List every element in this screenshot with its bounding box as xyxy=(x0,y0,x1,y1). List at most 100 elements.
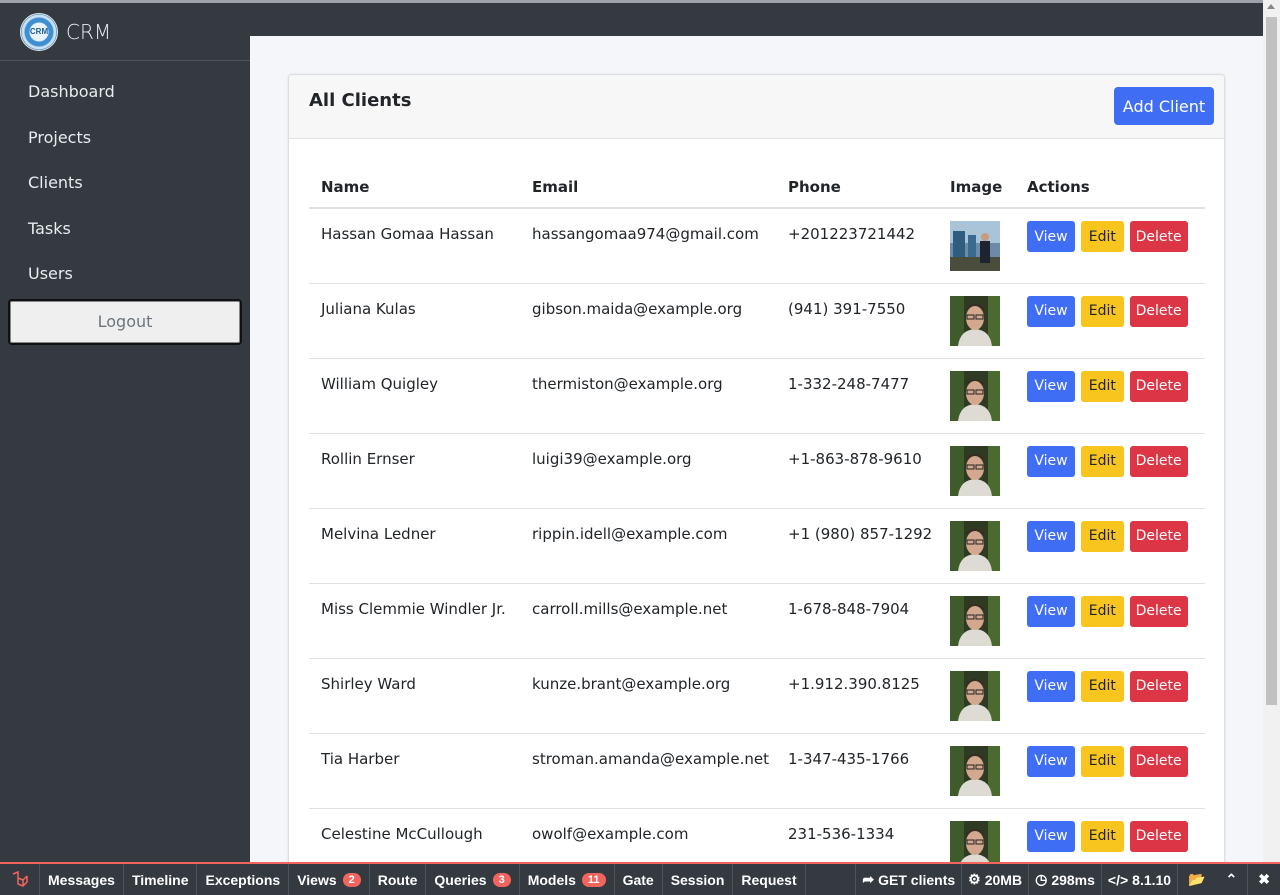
client-phone: +201223721442 xyxy=(776,208,938,284)
folder-open-icon[interactable]: 📂 xyxy=(1177,864,1215,895)
edit-button[interactable]: Edit xyxy=(1080,445,1124,477)
table-row: Shirley Ward kunze.brant@example.org +1.… xyxy=(309,658,1205,734)
debug-tab-session[interactable]: Session xyxy=(663,864,734,895)
sidebar-nav: Dashboard Projects Clients Tasks Users xyxy=(0,61,250,297)
edit-button[interactable]: Edit xyxy=(1080,745,1124,777)
debug-tab-views[interactable]: Views 2 xyxy=(289,864,370,895)
php-version-stat: </> 8.1.10 xyxy=(1100,864,1177,895)
edit-button[interactable]: Edit xyxy=(1080,595,1124,627)
delete-button[interactable]: Delete xyxy=(1129,221,1188,252)
view-button[interactable]: View xyxy=(1027,295,1075,327)
client-avatar xyxy=(950,595,1000,646)
chevron-up-icon[interactable]: ⌃ xyxy=(1216,864,1248,895)
delete-button[interactable]: Delete xyxy=(1129,370,1188,402)
debug-tab-label: Exceptions xyxy=(205,871,281,888)
client-actions: View Edit Delete xyxy=(1015,433,1205,509)
memory-stat: ⚙ 20MB xyxy=(961,864,1028,895)
cogs-icon: ⚙ xyxy=(968,871,981,887)
view-button[interactable]: View xyxy=(1027,670,1075,702)
clients-table: Name Email Phone Image Actions Hassan Go… xyxy=(309,166,1205,873)
sidebar-item-users[interactable]: Users xyxy=(0,251,250,297)
client-name: Tia Harber xyxy=(309,733,520,809)
debug-tab-label: Messages xyxy=(48,871,115,888)
add-client-button[interactable]: Add Client xyxy=(1114,87,1214,125)
debug-tab-models[interactable]: Models 11 xyxy=(520,864,615,895)
client-actions: View Edit Delete xyxy=(1015,508,1205,584)
client-email: stroman.amanda@example.net xyxy=(520,733,776,809)
delete-button[interactable]: Delete xyxy=(1129,595,1188,627)
client-image-cell xyxy=(938,583,1015,659)
column-header-actions: Actions xyxy=(1015,166,1205,209)
edit-button[interactable]: Edit xyxy=(1080,670,1124,702)
view-button[interactable]: View xyxy=(1027,595,1075,627)
view-button[interactable]: View xyxy=(1027,221,1075,252)
view-button[interactable]: View xyxy=(1027,820,1075,852)
client-phone: 1-332-248-7477 xyxy=(776,358,938,434)
sidebar-item-clients[interactable]: Clients xyxy=(0,160,250,206)
delete-button[interactable]: Delete xyxy=(1129,820,1188,852)
debug-tab-queries[interactable]: Queries 3 xyxy=(426,864,520,895)
debug-tab-count-badge: 2 xyxy=(342,872,361,887)
top-navbar xyxy=(250,0,1263,36)
client-avatar xyxy=(950,520,1000,571)
close-icon[interactable]: ✖ xyxy=(1247,864,1280,895)
client-image-cell xyxy=(938,433,1015,509)
client-photo xyxy=(950,221,1000,271)
debug-tab-gate[interactable]: Gate xyxy=(615,864,663,895)
edit-button[interactable]: Edit xyxy=(1080,820,1124,852)
edit-button[interactable]: Edit xyxy=(1080,295,1124,327)
view-button[interactable]: View xyxy=(1027,520,1075,552)
column-header-image: Image xyxy=(938,166,1015,209)
column-header-email: Email xyxy=(520,166,776,209)
debug-tab-label: Request xyxy=(741,871,797,888)
edit-button[interactable]: Edit xyxy=(1080,370,1124,402)
card-title: All Clients xyxy=(309,90,412,111)
delete-button[interactable]: Delete xyxy=(1129,445,1188,477)
client-avatar xyxy=(950,670,1000,721)
delete-button[interactable]: Delete xyxy=(1129,295,1188,327)
edit-button[interactable]: Edit xyxy=(1080,221,1124,252)
debug-tab-route[interactable]: Route xyxy=(370,864,427,895)
scroll-up-icon[interactable] xyxy=(1267,4,1275,9)
delete-button[interactable]: Delete xyxy=(1129,745,1188,777)
sidebar-item-tasks[interactable]: Tasks xyxy=(0,206,250,252)
delete-button[interactable]: Delete xyxy=(1129,520,1188,552)
client-actions: View Edit Delete xyxy=(1015,733,1205,809)
debug-tab-timeline[interactable]: Timeline xyxy=(124,864,198,895)
client-avatar xyxy=(950,445,1000,496)
page-scrollbar[interactable] xyxy=(1263,0,1280,862)
client-image-cell xyxy=(938,658,1015,734)
client-name: Hassan Gomaa Hassan xyxy=(309,208,520,284)
debug-tab-request[interactable]: Request xyxy=(733,864,806,895)
view-button[interactable]: View xyxy=(1027,745,1075,777)
sidebar-item-projects[interactable]: Projects xyxy=(0,115,250,161)
time-stat: ◷ 298ms xyxy=(1028,864,1101,895)
client-avatar xyxy=(950,745,1000,796)
delete-button[interactable]: Delete xyxy=(1129,670,1188,702)
scroll-thumb[interactable] xyxy=(1266,17,1277,705)
client-email: carroll.mills@example.net xyxy=(520,583,776,659)
column-header-phone: Phone xyxy=(776,166,938,209)
debug-tab-label: Views xyxy=(297,871,337,888)
laravel-logo-icon[interactable] xyxy=(0,864,40,895)
debug-tab-messages[interactable]: Messages xyxy=(40,864,124,895)
brand-link[interactable]: CRM CRM xyxy=(0,3,250,61)
view-button[interactable]: View xyxy=(1027,370,1075,402)
table-row: Hassan Gomaa Hassan hassangomaa974@gmail… xyxy=(309,208,1205,284)
client-phone: (941) 391-7550 xyxy=(776,283,938,359)
card-header: All Clients Add Client xyxy=(289,75,1224,139)
sidebar-item-dashboard[interactable]: Dashboard xyxy=(0,69,250,115)
logout-button[interactable]: Logout xyxy=(8,298,242,345)
client-image-cell xyxy=(938,508,1015,584)
client-email: thermiston@example.org xyxy=(520,358,776,434)
client-name: Rollin Ernser xyxy=(309,433,520,509)
debug-tab-exceptions[interactable]: Exceptions xyxy=(197,864,290,895)
client-email: gibson.maida@example.org xyxy=(520,283,776,359)
sidebar: CRM CRM Dashboard Projects Clients Tasks… xyxy=(0,0,250,862)
client-name: Miss Clemmie Windler Jr. xyxy=(309,583,520,659)
route-stat[interactable]: ➦ GET clients xyxy=(855,864,961,895)
client-actions: View Edit Delete xyxy=(1015,358,1205,434)
view-button[interactable]: View xyxy=(1027,445,1075,477)
client-email: rippin.idell@example.com xyxy=(520,508,776,584)
edit-button[interactable]: Edit xyxy=(1080,520,1124,552)
